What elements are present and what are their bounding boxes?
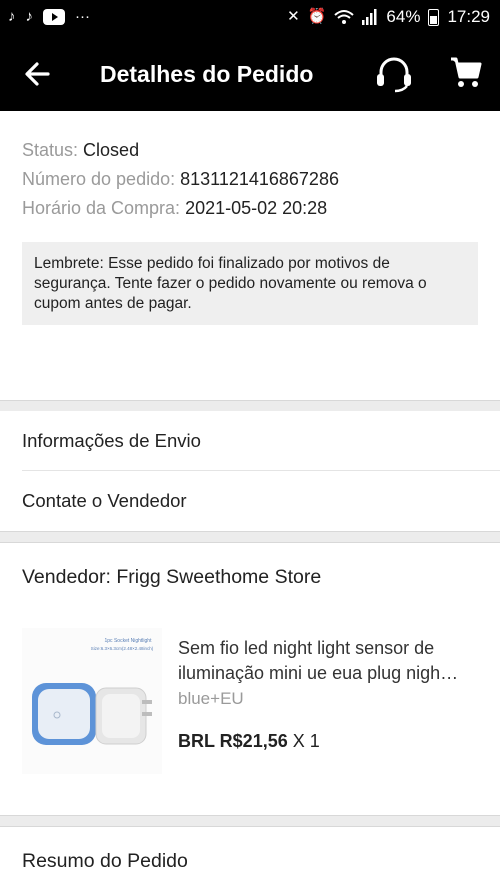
order-status-row: Status: Closed [22, 136, 482, 165]
product-price-row: BRL R$21,56 X 1 [178, 731, 320, 752]
contact-seller-link[interactable]: Contate o Vendedor [0, 471, 500, 531]
app-bar: Detalhes do Pedido [0, 36, 500, 111]
order-number-row: Número do pedido: 8131121416867286 [22, 165, 482, 194]
status-value: Closed [83, 140, 140, 160]
image-caption-1: 1pc Socket Nightlight [105, 638, 153, 644]
tiktok-icon: ♪ [8, 8, 16, 25]
product-variant: blue+EU [178, 689, 244, 708]
night-light-product-image: 1pc Socket Nightlight Size:6.3×6.3cm(2.4… [32, 638, 154, 745]
section-divider [0, 531, 500, 543]
order-number-label: Número do pedido: [22, 169, 176, 189]
shipping-info-link[interactable]: Informações de Envio [0, 411, 500, 471]
order-summary-title: Resumo do Pedido [22, 850, 188, 872]
product-price: BRL R$21,56 [178, 731, 288, 751]
purchase-time-label: Horário da Compra: [22, 198, 181, 218]
status-label: Status: [22, 140, 79, 160]
back-arrow-icon [25, 62, 50, 86]
section-divider [0, 815, 500, 827]
purchase-time-row: Horário da Compra: 2021-05-02 20:28 [22, 194, 482, 223]
headset-icon [377, 57, 411, 93]
more-dots-icon: ··· [75, 8, 90, 25]
wifi-icon [334, 10, 355, 24]
purchase-time-value: 2021-05-02 20:28 [185, 198, 328, 218]
tiktok-icon: ♪ [25, 8, 34, 25]
clock: 17:29 [447, 7, 490, 26]
contact-seller-label: Contate o Vendedor [22, 490, 187, 511]
reminder-box: Lembrete: Esse pedido foi finalizado por… [22, 242, 478, 325]
alarm-icon: ⏰ [307, 8, 327, 25]
youtube-icon [43, 9, 65, 25]
page-title: Detalhes do Pedido [100, 61, 314, 87]
battery-percent: 64% [386, 7, 421, 26]
seller-name[interactable]: Vendedor: Frigg Sweethome Store [22, 566, 321, 589]
status-bar: ♪ ♪ ··· ✕ ⏰ 64% 17:29 [0, 0, 500, 36]
battery-icon [428, 8, 440, 26]
back-button[interactable] [20, 56, 56, 92]
support-button[interactable] [373, 54, 415, 94]
shipping-info-label: Informações de Envio [22, 430, 201, 451]
product-title[interactable]: Sem fio led night light sensor de ilumin… [178, 636, 483, 686]
order-info: Status: Closed Número do pedido: 8131121… [22, 136, 482, 223]
order-number-value: 8131121416867286 [180, 169, 339, 189]
product-quantity: X 1 [292, 731, 320, 751]
status-bar-right: ✕ ⏰ 64% 17:29 [287, 7, 490, 27]
cart-icon [451, 57, 482, 87]
image-caption-2: Size:6.3×6.3cm(2.48×2.48inch) [91, 646, 154, 651]
status-bar-left: ♪ ♪ ··· [8, 7, 90, 27]
product-image[interactable]: 1pc Socket Nightlight Size:6.3×6.3cm(2.4… [22, 628, 162, 774]
signal-icon [362, 9, 377, 25]
mute-icon: ✕ [287, 8, 300, 25]
cart-button[interactable] [448, 54, 484, 90]
